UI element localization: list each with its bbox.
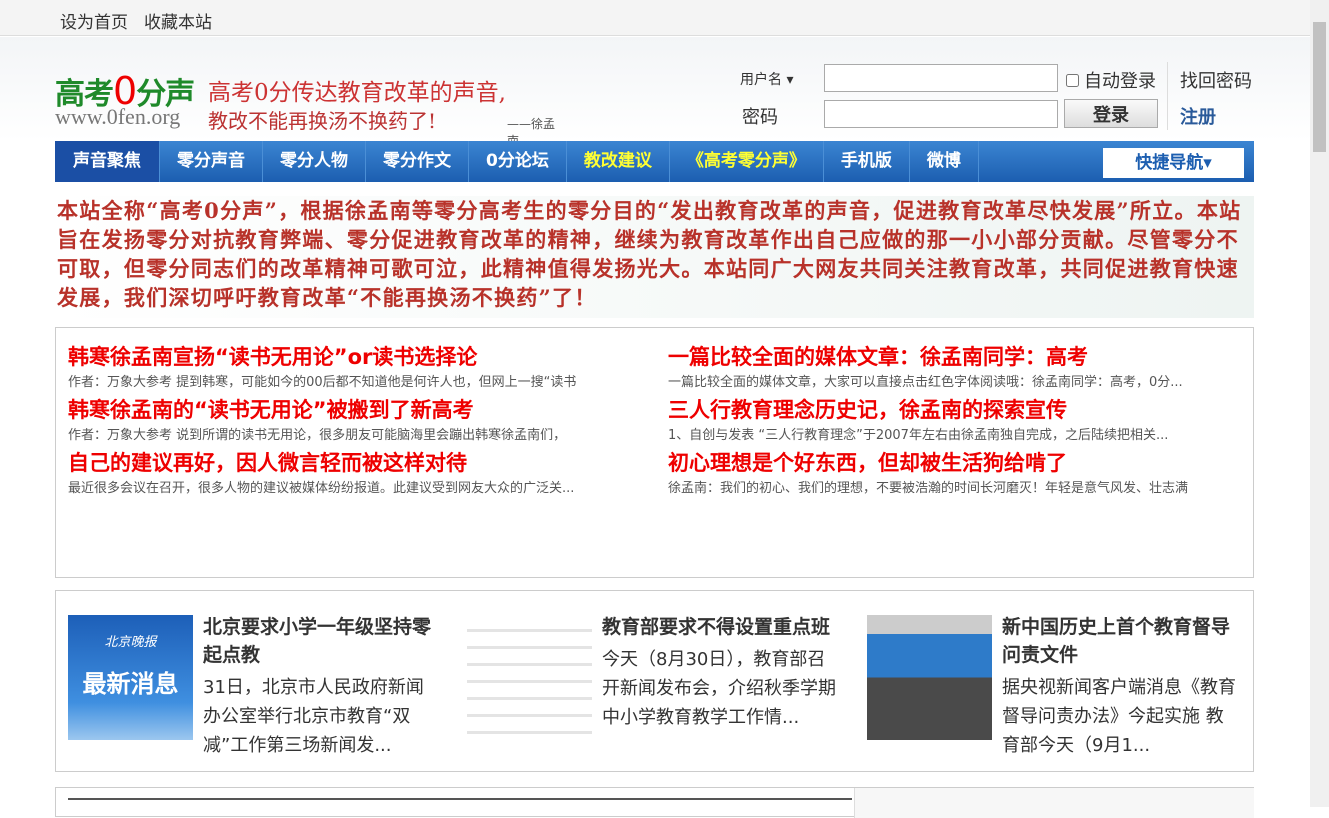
set-homepage-link[interactable]: 设为首页 — [60, 8, 128, 33]
login-button[interactable]: 登录 — [1064, 99, 1158, 128]
forgot-password-link[interactable]: 找回密码 — [1180, 67, 1252, 93]
logo-slogan: 高考0分传达教育改革的声音, — [208, 80, 506, 106]
auto-login-label: 自动登录 — [1084, 71, 1156, 92]
bookmark-link[interactable]: 收藏本站 — [144, 8, 212, 33]
auto-login-checkbox[interactable]: 自动登录 — [1066, 67, 1156, 93]
news-summary: 31日，北京市人民政府新闻办公室举行北京市教育“双减”工作第三场新闻发... — [203, 677, 424, 756]
nav-item[interactable]: 教改建议 — [567, 141, 670, 182]
article-title[interactable]: 三人行教育理念历史记，徐孟南的探索宣传 — [668, 395, 1238, 425]
article-summary: 1、自创与发表 “三人行教育理念”于2007年左右由徐孟南独自完成，之后陆续把相… — [668, 428, 1169, 443]
username-type-select[interactable]: 用户名 ▾ — [740, 69, 793, 89]
article-summary: 最近很多会议在召开，很多人物的建议被媒体纷纷报道。此建议受到网友大众的广泛关..… — [68, 481, 575, 496]
news-title[interactable]: 北京要求小学一年级坚持零起点教 — [203, 613, 439, 669]
nav-item[interactable]: 声音聚焦 — [55, 141, 160, 182]
featured-column: 一篇比较全面的媒体文章：徐孟南同学：高考 一篇比较全面的媒体文章，大家可以直接点… — [668, 342, 1238, 501]
nav-item[interactable]: 零分作文 — [366, 141, 469, 182]
news-title[interactable]: 教育部要求不得设置重点班 — [602, 613, 838, 641]
article-title[interactable]: 一篇比较全面的媒体文章：徐孟南同学：高考 — [668, 342, 1238, 372]
main-nav: 声音聚焦 零分声音 零分人物 零分作文 0分论坛 教改建议 《高考零分声》 手机… — [55, 141, 1254, 182]
scrollbar-thumb[interactable] — [1313, 22, 1326, 152]
next-section — [55, 787, 1254, 818]
article-summary: 一篇比较全面的媒体文章，大家可以直接点击红色字体阅读哦：徐孟南同学：高考，0分.… — [668, 375, 1183, 390]
news-thumbnail[interactable] — [467, 615, 592, 740]
username-input[interactable] — [824, 64, 1058, 92]
news-thumbnail[interactable]: 北京晚报 最新消息 — [68, 615, 193, 740]
tab-bar[interactable] — [854, 788, 1254, 818]
site-logo[interactable]: 高考0分声 高考0分传达教育改革的声音, www.0fen.org 教改不能再换… — [55, 49, 555, 148]
news-cards: 北京晚报 最新消息 北京要求小学一年级坚持零起点教 31日，北京市人民政府新闻办… — [55, 590, 1254, 772]
logo-url: www.0fen.org — [55, 104, 181, 129]
article-summary: 作者：万象大参考 说到所谓的读书无用论，很多朋友可能脑海里会蹦出韩寒徐孟南们， — [68, 428, 567, 443]
quick-nav-dropdown[interactable]: 快捷导航▾ — [1103, 148, 1244, 178]
article-summary: 作者：万象大参考 提到韩寒，可能如今的00后都不知道他是何许人也，但网上一搜“读… — [68, 375, 577, 390]
news-summary: 据央视新闻客户端消息《教育督导问责办法》今起实施 教育部今天（9月1... — [1002, 677, 1236, 756]
nav-item[interactable]: 微博 — [910, 141, 979, 182]
nav-item[interactable]: 0分论坛 — [469, 141, 567, 182]
news-summary: 今天（8月30日），教育部召开新闻发布会，介绍秋季学期中小学教育教学工作情... — [602, 649, 836, 728]
password-label: 密码 — [742, 107, 778, 128]
article-title[interactable]: 初心理想是个好东西，但却被生活狗给啃了 — [668, 448, 1238, 478]
nav-item[interactable]: 《高考零分声》 — [670, 141, 824, 182]
logo-slogan: 教改不能再换汤不换药了! — [208, 109, 437, 133]
nav-item[interactable]: 零分声音 — [160, 141, 263, 182]
top-bar: 设为首页 收藏本站 — [0, 0, 1310, 36]
featured-articles: 韩寒徐孟南宣扬“读书无用论”or读书选择论 作者：万象大参考 提到韩寒，可能如今… — [55, 327, 1254, 578]
site-intro: 本站全称“高考0分声”，根据徐孟南等零分高考生的零分目的“发出教育改革的声音，促… — [55, 196, 1254, 318]
register-link[interactable]: 注册 — [1180, 103, 1216, 129]
nav-item[interactable]: 零分人物 — [263, 141, 366, 182]
featured-column: 韩寒徐孟南宣扬“读书无用论”or读书选择论 作者：万象大参考 提到韩寒，可能如今… — [68, 342, 638, 501]
thumbnail-caption: 最新消息 — [82, 670, 179, 698]
news-title[interactable]: 新中国历史上首个教育督导问责文件 — [1002, 613, 1238, 669]
scrollbar[interactable] — [1310, 0, 1329, 807]
password-input[interactable] — [824, 100, 1058, 128]
divider — [1167, 62, 1168, 130]
divider — [68, 798, 852, 800]
article-title[interactable]: 自己的建议再好，因人微言轻而被这样对待 — [68, 448, 638, 478]
news-thumbnail[interactable] — [867, 615, 992, 740]
article-title[interactable]: 韩寒徐孟南的“读书无用论”被搬到了新高考 — [68, 395, 638, 425]
nav-item[interactable]: 手机版 — [824, 141, 910, 182]
article-summary: 徐孟南：我们的初心、我们的理想，不要被浩瀚的时间长河磨灭！年轻是意气风发、壮志满 — [668, 481, 1189, 496]
thumbnail-logo-text: 北京晚报 — [104, 635, 157, 650]
article-title[interactable]: 韩寒徐孟南宣扬“读书无用论”or读书选择论 — [68, 342, 638, 372]
